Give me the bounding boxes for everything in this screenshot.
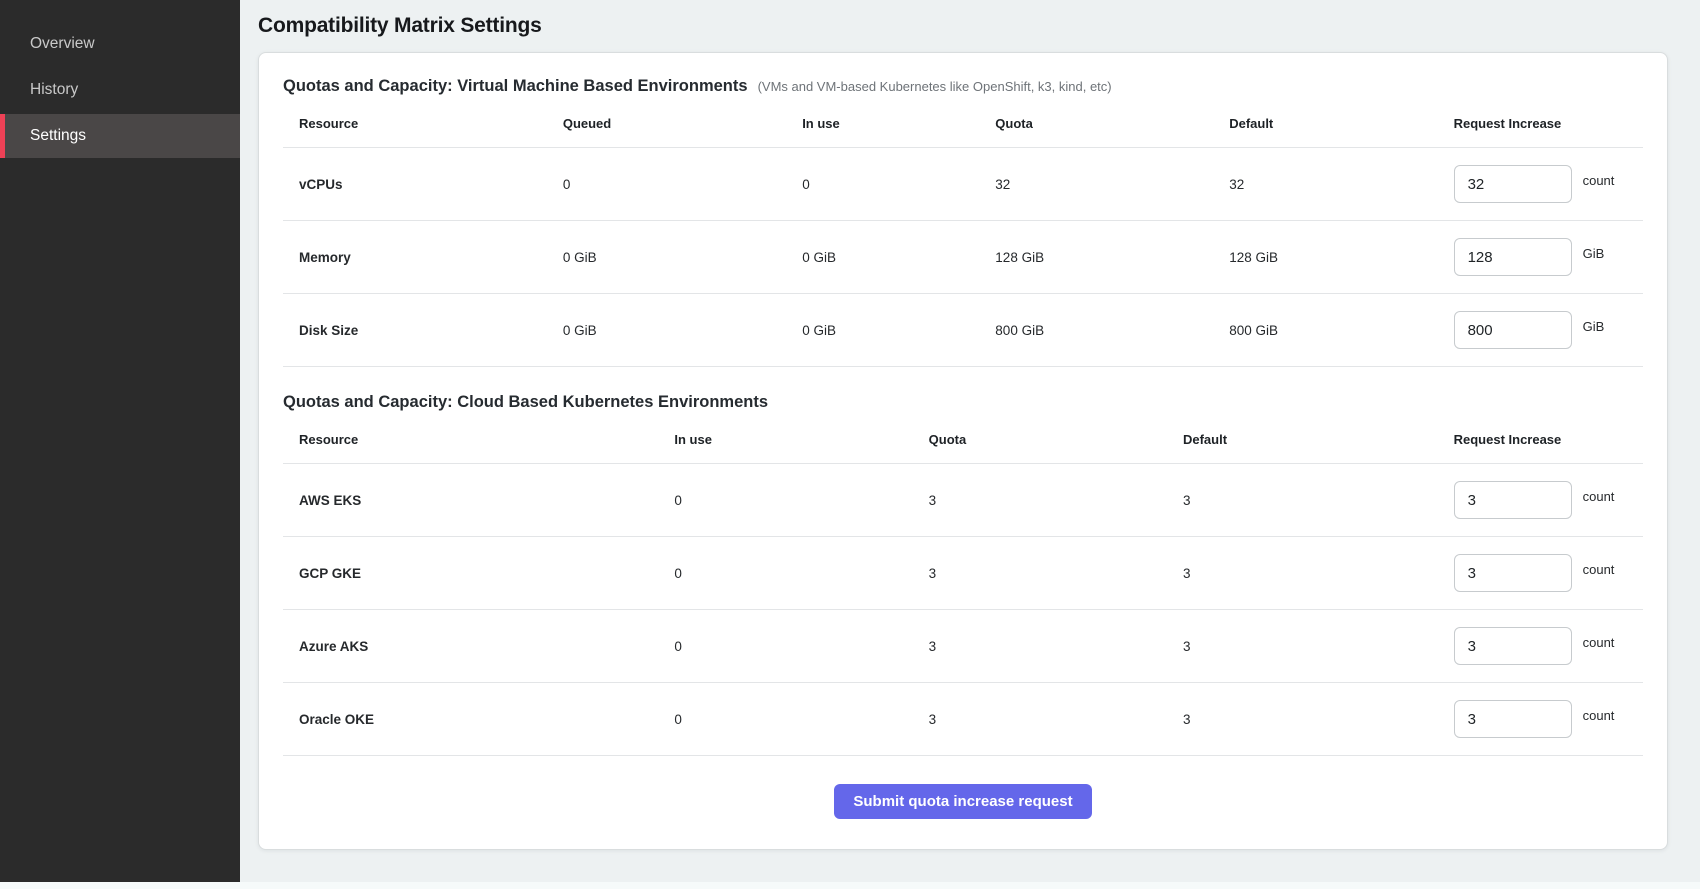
- oracle-oke-request-input[interactable]: [1454, 700, 1572, 738]
- quota-value: 3: [913, 639, 1167, 654]
- sidebar-item-settings[interactable]: Settings: [0, 114, 240, 158]
- request-increase-cell: GiB: [1438, 311, 1643, 349]
- unit-label: count: [1583, 635, 1615, 650]
- resource-name: Oracle OKE: [283, 712, 658, 727]
- unit-label: count: [1583, 562, 1615, 577]
- sidebar-item-overview[interactable]: Overview: [0, 22, 240, 66]
- col-header-resource: Resource: [283, 116, 547, 131]
- request-increase-cell: count: [1438, 554, 1643, 592]
- in-use-value: 0: [786, 177, 979, 192]
- in-use-value: 0: [658, 493, 912, 508]
- in-use-value: 0 GiB: [786, 323, 979, 338]
- queued-value: 0: [547, 177, 786, 192]
- quota-value: 800 GiB: [979, 323, 1213, 338]
- unit-label: GiB: [1583, 246, 1605, 261]
- unit-label: count: [1583, 708, 1615, 723]
- sidebar: Overview History Settings: [0, 0, 240, 882]
- default-value: 3: [1167, 639, 1438, 654]
- page-title: Compatibility Matrix Settings: [258, 14, 1668, 38]
- resource-name: Disk Size: [283, 323, 547, 338]
- request-increase-cell: count: [1438, 481, 1643, 519]
- quota-value: 32: [979, 177, 1213, 192]
- quota-value: 3: [913, 493, 1167, 508]
- vm-quota-table: Resource Queued In use Quota Default Req…: [283, 100, 1643, 367]
- k8s-section-title: Quotas and Capacity: Cloud Based Kuberne…: [283, 393, 768, 412]
- default-value: 3: [1167, 566, 1438, 581]
- col-header-resource: Resource: [283, 432, 658, 447]
- resource-name: vCPUs: [283, 177, 547, 192]
- table-row: Oracle OKE 0 3 3 count: [283, 683, 1643, 756]
- memory-request-input[interactable]: [1454, 238, 1572, 276]
- resource-name: GCP GKE: [283, 566, 658, 581]
- default-value: 3: [1167, 712, 1438, 727]
- vm-table-header-row: Resource Queued In use Quota Default Req…: [283, 100, 1643, 148]
- queued-value: 0 GiB: [547, 323, 786, 338]
- resource-name: AWS EKS: [283, 493, 658, 508]
- request-increase-cell: GiB: [1438, 238, 1643, 276]
- resource-name: Memory: [283, 250, 547, 265]
- col-header-default: Default: [1213, 116, 1437, 131]
- col-header-quota: Quota: [979, 116, 1213, 131]
- app-container: Overview History Settings Compatibility …: [0, 0, 1700, 882]
- default-value: 32: [1213, 177, 1437, 192]
- quota-value: 128 GiB: [979, 250, 1213, 265]
- gcp-gke-request-input[interactable]: [1454, 554, 1572, 592]
- resource-name: Azure AKS: [283, 639, 658, 654]
- k8s-table-header-row: Resource In use Quota Default Request In…: [283, 416, 1643, 464]
- request-increase-cell: count: [1438, 165, 1643, 203]
- azure-aks-request-input[interactable]: [1454, 627, 1572, 665]
- request-increase-cell: count: [1438, 700, 1643, 738]
- in-use-value: 0: [658, 639, 912, 654]
- k8s-section-header: Quotas and Capacity: Cloud Based Kuberne…: [283, 393, 1643, 412]
- aws-eks-request-input[interactable]: [1454, 481, 1572, 519]
- table-row: vCPUs 0 0 32 32 count: [283, 148, 1643, 221]
- in-use-value: 0: [658, 566, 912, 581]
- col-header-request-increase: Request Increase: [1438, 116, 1643, 131]
- default-value: 3: [1167, 493, 1438, 508]
- submit-row: Submit quota increase request: [283, 784, 1643, 819]
- table-row: AWS EKS 0 3 3 count: [283, 464, 1643, 537]
- settings-card: Quotas and Capacity: Virtual Machine Bas…: [258, 52, 1668, 850]
- request-increase-cell: count: [1438, 627, 1643, 665]
- col-header-default: Default: [1167, 432, 1438, 447]
- queued-value: 0 GiB: [547, 250, 786, 265]
- unit-label: GiB: [1583, 319, 1605, 334]
- default-value: 800 GiB: [1213, 323, 1437, 338]
- col-header-request-increase: Request Increase: [1438, 432, 1643, 447]
- table-row: GCP GKE 0 3 3 count: [283, 537, 1643, 610]
- disk-size-request-input[interactable]: [1454, 311, 1572, 349]
- vcpus-request-input[interactable]: [1454, 165, 1572, 203]
- col-header-queued: Queued: [547, 116, 786, 131]
- vm-section-title: Quotas and Capacity: Virtual Machine Bas…: [283, 77, 748, 96]
- k8s-quota-table: Resource In use Quota Default Request In…: [283, 416, 1643, 756]
- default-value: 128 GiB: [1213, 250, 1437, 265]
- sidebar-item-history[interactable]: History: [0, 68, 240, 112]
- submit-quota-increase-button[interactable]: Submit quota increase request: [834, 784, 1091, 819]
- unit-label: count: [1583, 173, 1615, 188]
- col-header-in-use: In use: [658, 432, 912, 447]
- vm-section-header: Quotas and Capacity: Virtual Machine Bas…: [283, 77, 1643, 96]
- main-content: Compatibility Matrix Settings Quotas and…: [240, 0, 1700, 882]
- quota-value: 3: [913, 712, 1167, 727]
- table-row: Disk Size 0 GiB 0 GiB 800 GiB 800 GiB Gi…: [283, 294, 1643, 367]
- in-use-value: 0: [658, 712, 912, 727]
- table-row: Memory 0 GiB 0 GiB 128 GiB 128 GiB GiB: [283, 221, 1643, 294]
- in-use-value: 0 GiB: [786, 250, 979, 265]
- col-header-quota: Quota: [913, 432, 1167, 447]
- col-header-in-use: In use: [786, 116, 979, 131]
- vm-section-subtitle: (VMs and VM-based Kubernetes like OpenSh…: [758, 79, 1112, 94]
- table-row: Azure AKS 0 3 3 count: [283, 610, 1643, 683]
- unit-label: count: [1583, 489, 1615, 504]
- quota-value: 3: [913, 566, 1167, 581]
